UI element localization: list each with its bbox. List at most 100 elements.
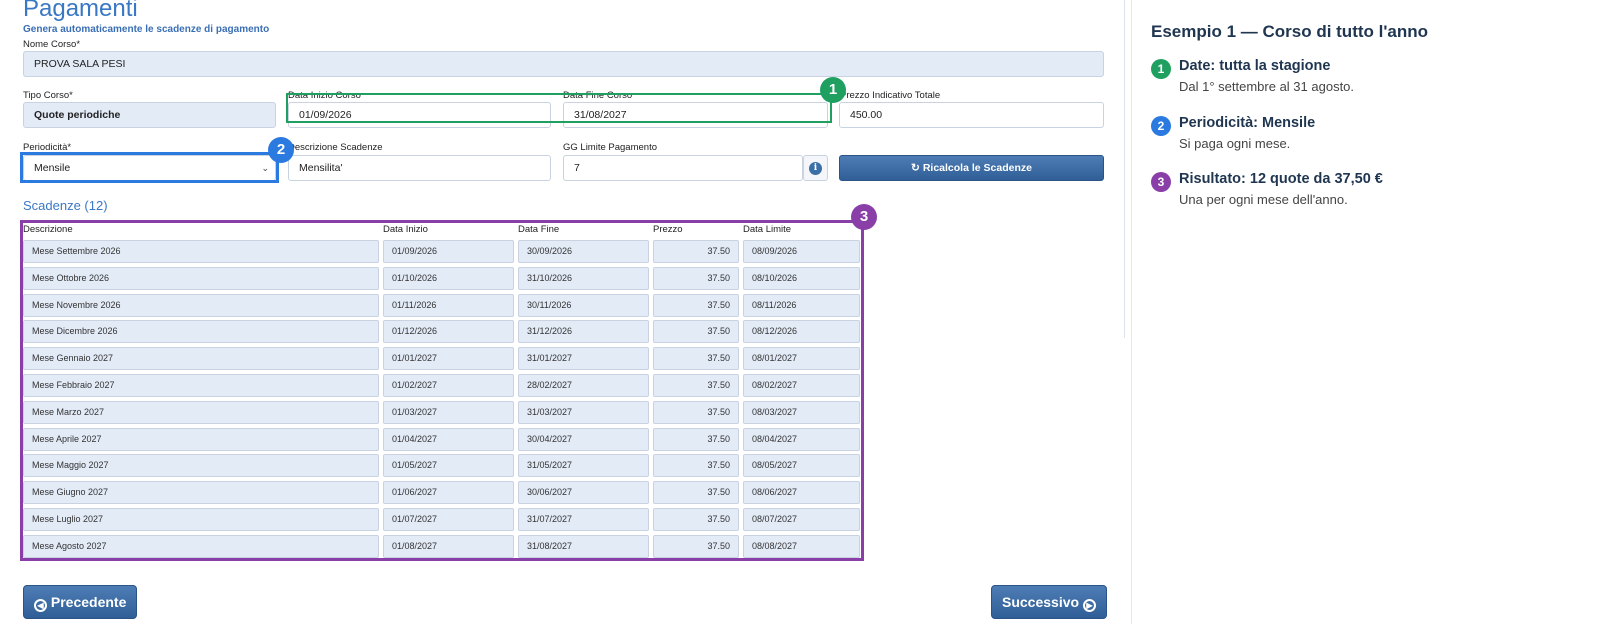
cell-data-inizio[interactable]: 01/07/2027 [383, 508, 514, 531]
nome-corso-field[interactable]: PROVA SALA PESI [23, 51, 1104, 77]
cell-data-fine[interactable]: 31/08/2027 [518, 534, 649, 558]
cell-data-limite[interactable]: 08/12/2026 [743, 320, 860, 344]
cell-data-inizio[interactable]: 01/02/2027 [383, 374, 514, 397]
nome-corso-label: Nome Corso* [23, 39, 81, 50]
cell-prezzo[interactable]: 37.50 [653, 534, 739, 558]
cell-descrizione[interactable]: Mese Marzo 2027 [23, 400, 379, 424]
prezzo-label: Prezzo Indicativo Totale [840, 90, 941, 101]
next-button[interactable]: Successivo ▶ [991, 585, 1107, 619]
prezzo-field[interactable]: 450.00 [839, 102, 1104, 128]
periodicita-label: Periodicità* [23, 142, 72, 153]
cell-prezzo[interactable]: 37.50 [653, 454, 739, 478]
cell-data-limite[interactable]: 08/05/2027 [743, 454, 860, 478]
periodicita-select[interactable]: Mensile ⌄ [23, 155, 276, 181]
cell-data-inizio[interactable]: 01/10/2026 [383, 266, 514, 290]
cell-prezzo[interactable]: 37.50 [653, 374, 739, 397]
data-fine-field[interactable]: 31/08/2027 [563, 102, 828, 128]
cell-data-limite[interactable]: 08/10/2026 [743, 266, 860, 290]
sidebar-item-1-head: Date: tutta la stagione [1179, 58, 1331, 74]
cell-data-fine[interactable]: 30/11/2026 [518, 293, 649, 317]
cell-descrizione[interactable]: Mese Luglio 2027 [23, 508, 379, 531]
sidebar-item-2-text: Si paga ogni mese. [1179, 136, 1291, 151]
cell-data-fine[interactable]: 30/04/2027 [518, 427, 649, 451]
cell-data-limite[interactable]: 08/03/2027 [743, 400, 860, 424]
prev-button-label: Precedente [50, 594, 127, 610]
cell-prezzo[interactable]: 37.50 [653, 240, 739, 263]
sidebar-item-3-text: Una per ogni mese dell'anno. [1179, 192, 1348, 207]
cell-prezzo[interactable]: 37.50 [653, 347, 739, 371]
cell-data-inizio[interactable]: 01/04/2027 [383, 427, 514, 451]
page-title: Pagamenti [23, 0, 138, 22]
scadenze-title: Scadenze (12) [23, 198, 108, 213]
cell-descrizione[interactable]: Mese Settembre 2026 [23, 240, 379, 263]
cell-data-fine[interactable]: 30/09/2026 [518, 240, 649, 263]
cell-data-inizio[interactable]: 01/09/2026 [383, 240, 514, 263]
step-1-icon: 1 [1151, 59, 1171, 79]
data-fine-label: Data Fine Corso [563, 90, 633, 101]
info-button[interactable]: i [803, 155, 828, 181]
cell-data-inizio[interactable]: 01/12/2026 [383, 320, 514, 344]
sidebar-divider [1131, 0, 1132, 624]
cell-data-inizio[interactable]: 01/01/2027 [383, 347, 514, 371]
cell-data-fine[interactable]: 30/06/2027 [518, 481, 649, 505]
cell-data-limite[interactable]: 08/08/2027 [743, 534, 860, 558]
cell-descrizione[interactable]: Mese Maggio 2027 [23, 454, 379, 478]
gg-limite-label: GG Limite Pagamento [563, 142, 657, 153]
cell-data-fine[interactable]: 31/07/2027 [518, 508, 649, 531]
cell-prezzo[interactable]: 37.50 [653, 266, 739, 290]
column-header-data-inizio: Data Inizio [383, 224, 428, 235]
cell-data-limite[interactable]: 08/07/2027 [743, 508, 860, 531]
cell-data-limite[interactable]: 08/01/2027 [743, 347, 860, 371]
sidebar-item-2-head: Periodicità: Mensile [1179, 115, 1316, 131]
cell-data-limite[interactable]: 08/04/2027 [743, 427, 860, 451]
cell-data-limite[interactable]: 08/06/2027 [743, 481, 860, 505]
cell-data-inizio[interactable]: 01/08/2027 [383, 534, 514, 558]
next-button-label: Successivo [1002, 594, 1080, 610]
cell-data-inizio[interactable]: 01/03/2027 [383, 400, 514, 424]
cell-descrizione[interactable]: Mese Giugno 2027 [23, 481, 379, 505]
badge-3: 3 [851, 204, 877, 230]
cell-data-inizio[interactable]: 01/05/2027 [383, 454, 514, 478]
cell-prezzo[interactable]: 37.50 [653, 427, 739, 451]
prev-button[interactable]: ◀ Precedente [23, 585, 138, 619]
recalc-button[interactable]: ↻ Ricalcola le Scadenze [839, 155, 1104, 181]
badge-2: 2 [268, 137, 294, 163]
cell-data-limite[interactable]: 08/02/2027 [743, 374, 860, 397]
arrow-left-icon: ◀ [34, 599, 47, 612]
cell-descrizione[interactable]: Mese Ottobre 2026 [23, 266, 379, 290]
cell-descrizione[interactable]: Mese Febbraio 2027 [23, 374, 379, 397]
gg-limite-field[interactable]: 7 [563, 155, 803, 181]
cell-prezzo[interactable]: 37.50 [653, 400, 739, 424]
cell-data-limite[interactable]: 08/11/2026 [743, 293, 860, 317]
cell-data-fine[interactable]: 31/10/2026 [518, 266, 649, 290]
cell-data-fine[interactable]: 31/03/2027 [518, 400, 649, 424]
data-inizio-field[interactable]: 01/09/2026 [288, 102, 551, 128]
cell-prezzo[interactable]: 37.50 [653, 508, 739, 531]
sidebar-title: Esempio 1 — Corso di tutto l'anno [1151, 22, 1428, 41]
descrizione-field[interactable]: Mensilita' [288, 155, 551, 181]
cell-data-limite[interactable]: 08/09/2026 [743, 240, 860, 263]
cell-descrizione[interactable]: Mese Agosto 2027 [23, 534, 379, 558]
cell-data-inizio[interactable]: 01/11/2026 [383, 293, 514, 317]
refresh-icon: ↻ [911, 162, 920, 174]
sidebar-item-3-head: Risultato: 12 quote da 37,50 € [1179, 171, 1383, 187]
periodicita-value: Mensile [34, 162, 71, 174]
column-header-data-limite: Data Limite [743, 224, 792, 235]
column-header-prezzo: Prezzo [653, 224, 683, 235]
cell-descrizione[interactable]: Mese Novembre 2026 [23, 293, 379, 317]
cell-data-fine[interactable]: 28/02/2027 [518, 374, 649, 397]
cell-descrizione[interactable]: Mese Gennaio 2027 [23, 347, 379, 371]
cell-descrizione[interactable]: Mese Aprile 2027 [23, 427, 379, 451]
cell-prezzo[interactable]: 37.50 [653, 320, 739, 344]
cell-data-fine[interactable]: 31/12/2026 [518, 320, 649, 344]
cell-descrizione[interactable]: Mese Dicembre 2026 [23, 320, 379, 344]
chevron-down-icon: ⌄ [261, 163, 269, 173]
cell-data-fine[interactable]: 31/05/2027 [518, 454, 649, 478]
cell-data-inizio[interactable]: 01/06/2027 [383, 481, 514, 505]
tipo-corso-field[interactable]: Quote periodiche [23, 102, 276, 128]
cell-data-fine[interactable]: 31/01/2027 [518, 347, 649, 371]
cell-prezzo[interactable]: 37.50 [653, 293, 739, 317]
badge-1: 1 [820, 77, 846, 103]
cell-prezzo[interactable]: 37.50 [653, 481, 739, 505]
panel-divider [1124, 0, 1125, 338]
